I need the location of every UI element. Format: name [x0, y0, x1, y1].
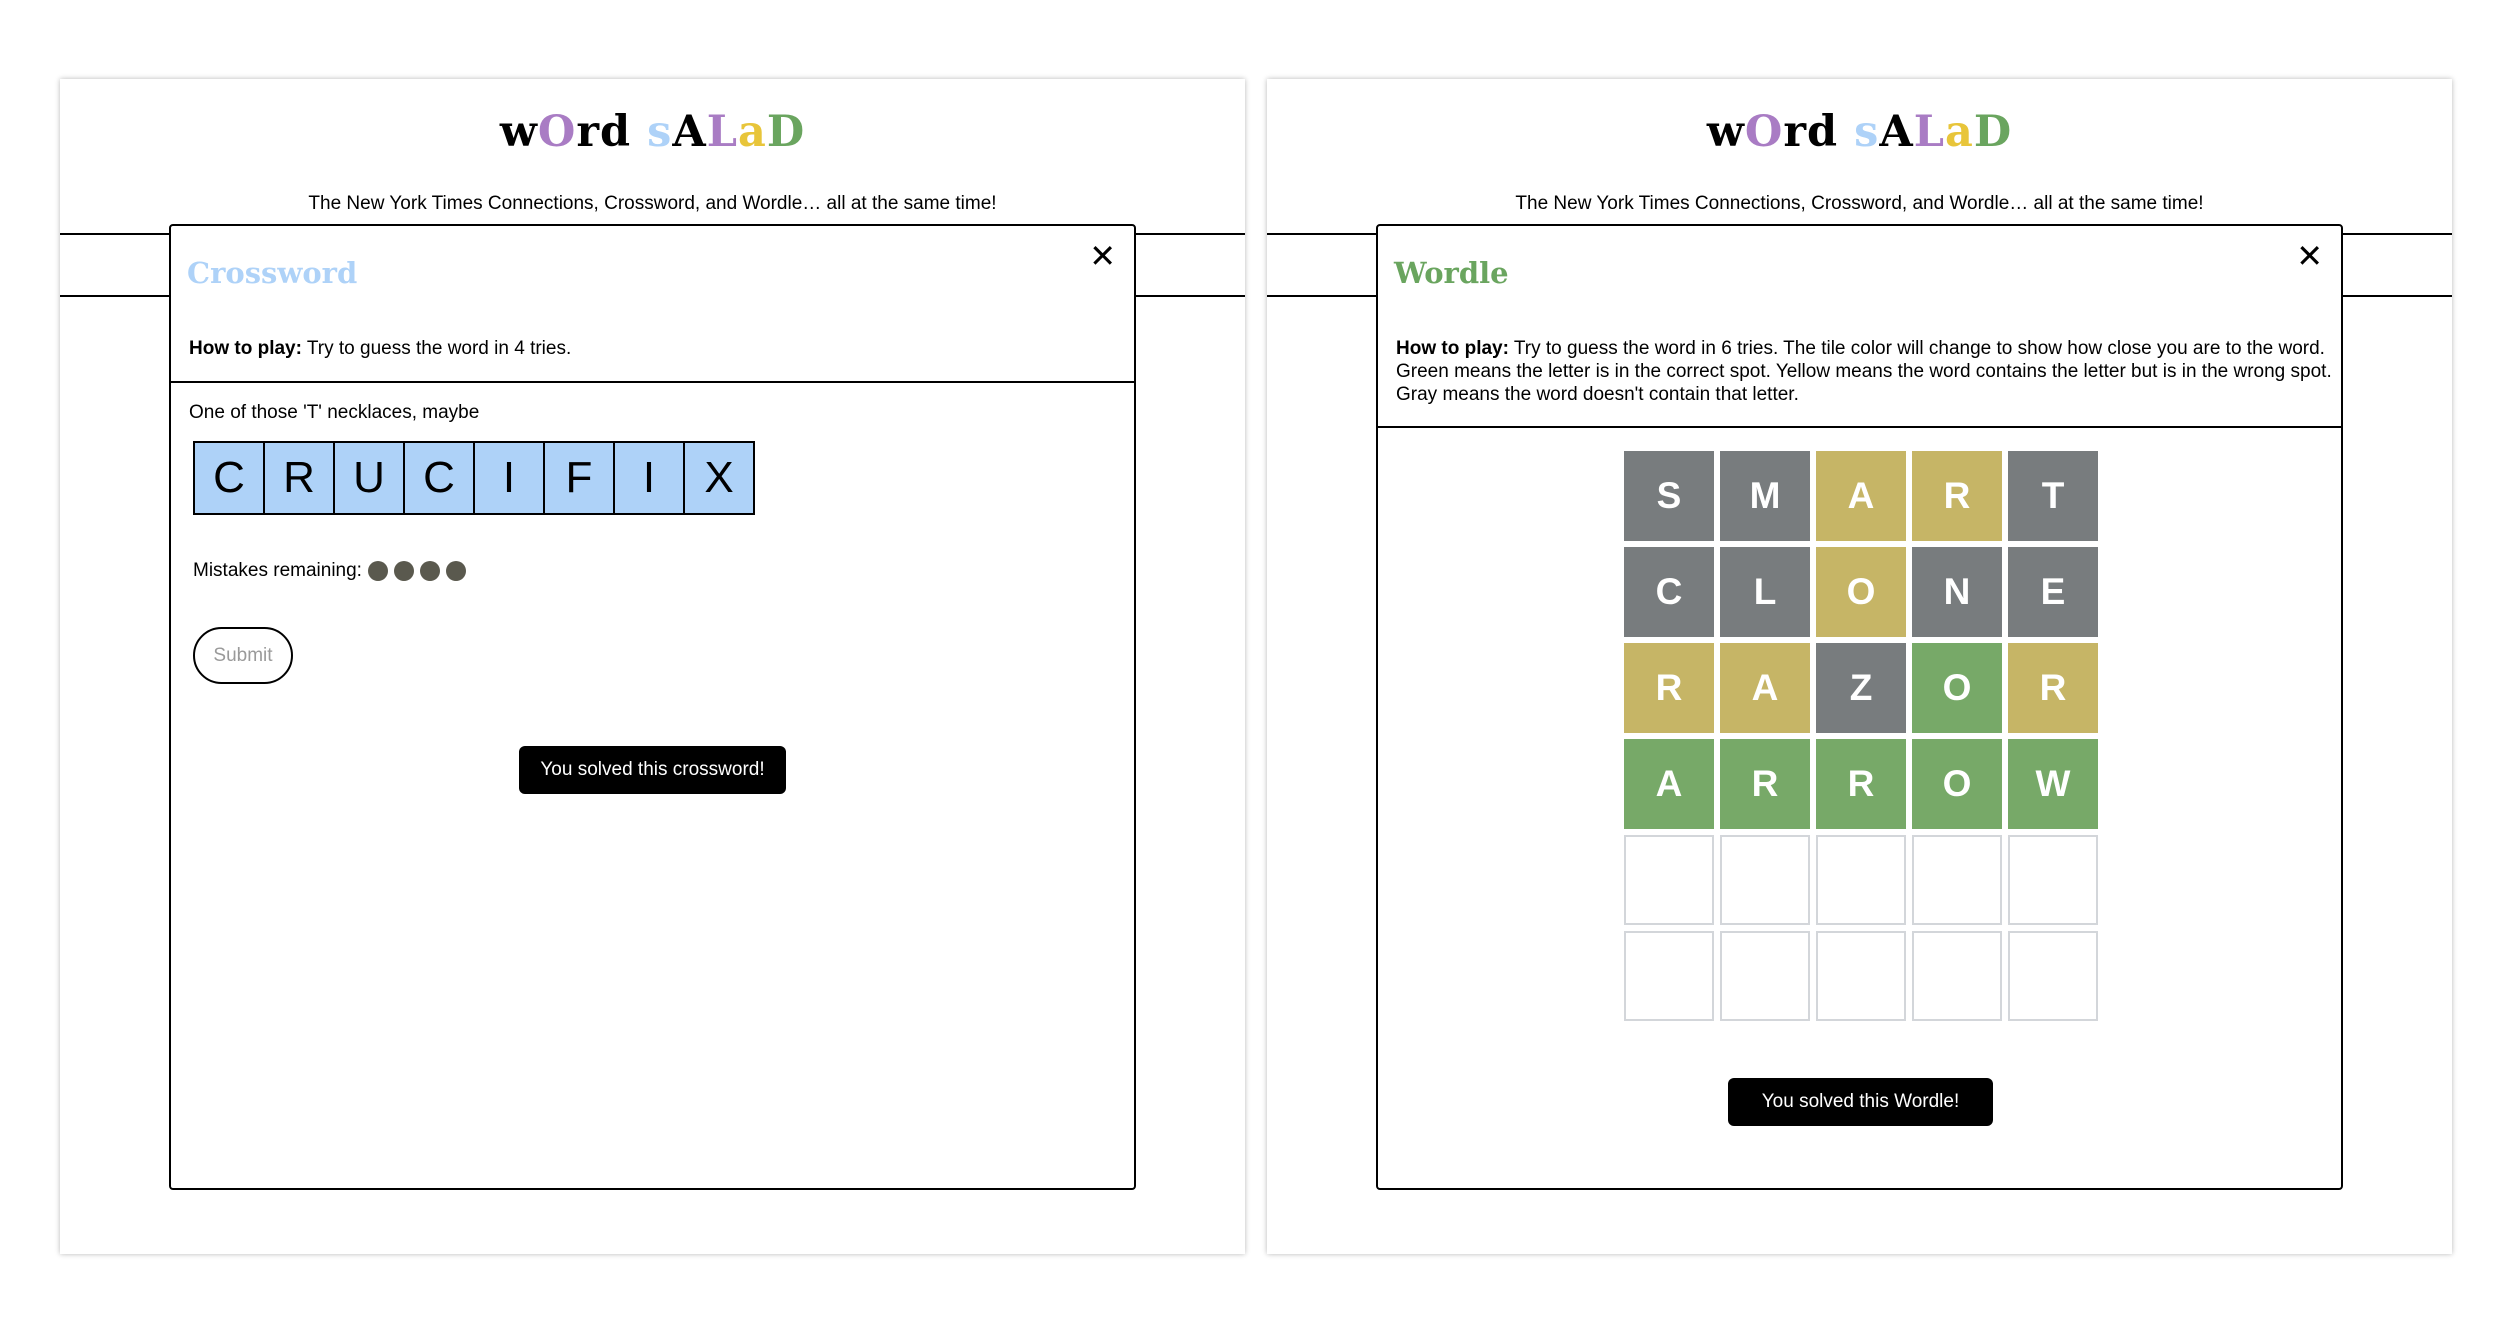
crossword-cell[interactable]: F [543, 441, 615, 515]
logo-letter: L [706, 107, 738, 157]
wordle-tile [1720, 835, 1810, 925]
mistake-dots [362, 561, 466, 581]
wordle-tile: O [1912, 739, 2002, 829]
logo-letter: A [672, 107, 707, 157]
logo-letter: A [1879, 107, 1914, 157]
modal-divider [1378, 426, 2341, 428]
logo-letter: r [576, 107, 601, 157]
crossword-cell[interactable]: I [473, 441, 545, 515]
how-to-play-text: Try to guess the word in 6 tries. The ti… [1396, 338, 2332, 405]
mistake-dot [393, 561, 414, 581]
wordle-tile: R [1624, 643, 1714, 733]
wordle-tile: Z [1816, 643, 1906, 733]
logo-letter: w [499, 107, 538, 157]
logo-letter: D [766, 107, 806, 157]
crossword-cell[interactable]: X [683, 441, 755, 515]
wordle-tile [2008, 931, 2098, 1021]
wordle-tile [1624, 931, 1714, 1021]
crossword-solved-message: You solved this crossword! [519, 746, 786, 794]
crossword-clue: One of those 'T' necklaces, maybe [189, 402, 480, 423]
wordle-tile [1624, 835, 1714, 925]
logo-letter: O [537, 107, 577, 157]
logo-letter: O [1744, 107, 1784, 157]
submit-button[interactable]: Submit [193, 627, 293, 684]
crossword-cell[interactable]: I [613, 441, 685, 515]
wordle-tile: O [1912, 643, 2002, 733]
site-logo: wOrd sALaD [1267, 111, 2452, 154]
how-to-play-label: How to play: [1396, 338, 1509, 359]
crossword-cell[interactable]: U [333, 441, 405, 515]
wordle-solved-message: You solved this Wordle! [1728, 1078, 1993, 1126]
how-to-play-label: How to play: [189, 338, 302, 359]
wordle-window: wOrd sALaD The New York Times Connection… [1267, 79, 2452, 1254]
crossword-window: wOrd sALaD The New York Times Connection… [60, 79, 1245, 1254]
crossword-cell[interactable]: C [403, 441, 475, 515]
site-logo: wOrd sALaD [60, 111, 1245, 154]
wordle-tile: A [1624, 739, 1714, 829]
mistake-dot [419, 561, 440, 581]
logo-letter: d [1807, 107, 1839, 157]
wordle-tile: R [1816, 739, 1906, 829]
wordle-tile: A [1816, 451, 1906, 541]
crossword-cell[interactable]: C [193, 441, 265, 515]
logo-letter: a [737, 107, 767, 157]
crossword-modal: Crossword ✕ How to play: Try to guess th… [169, 224, 1136, 1190]
logo-letter: D [1973, 107, 2013, 157]
modal-title: Wordle [1394, 256, 1509, 290]
mistake-dot [367, 561, 388, 581]
logo-letter: w [1706, 107, 1745, 157]
logo-letter: d [600, 107, 632, 157]
wordle-grid: SMARTCLONERAZORARROW [1624, 451, 2098, 1021]
wordle-tile: M [1720, 451, 1810, 541]
close-icon[interactable]: ✕ [1089, 240, 1116, 272]
wordle-tile: T [2008, 451, 2098, 541]
wordle-modal: Wordle ✕ How to play: Try to guess the w… [1376, 224, 2343, 1190]
mistakes-label: Mistakes remaining: [193, 560, 362, 581]
tagline: The New York Times Connections, Crosswor… [1515, 193, 2204, 214]
wordle-tile: E [2008, 547, 2098, 637]
how-to-play: How to play: Try to guess the word in 4 … [189, 337, 1134, 360]
crossword-cell[interactable]: R [263, 441, 335, 515]
wordle-tile: L [1720, 547, 1810, 637]
logo-letter: a [1944, 107, 1974, 157]
wordle-tile: C [1624, 547, 1714, 637]
wordle-tile [1816, 931, 1906, 1021]
mistake-dot [445, 561, 466, 581]
modal-title: Crossword [187, 256, 358, 290]
wordle-tile: R [2008, 643, 2098, 733]
logo-letter: s [647, 107, 673, 157]
wordle-tile: W [2008, 739, 2098, 829]
tagline: The New York Times Connections, Crosswor… [308, 193, 997, 214]
how-to-play-text: Try to guess the word in 4 tries. [301, 338, 572, 359]
logo-letter [631, 111, 647, 154]
logo-letter: s [1854, 107, 1880, 157]
modal-divider [171, 381, 1134, 383]
logo-letter: r [1783, 107, 1808, 157]
wordle-tile: R [1720, 739, 1810, 829]
crossword-answer-row: CRUCIFIX [193, 441, 755, 515]
mistakes-remaining: Mistakes remaining: [193, 560, 466, 582]
wordle-tile [1816, 835, 1906, 925]
wordle-tile [1720, 931, 1810, 1021]
wordle-tile: O [1816, 547, 1906, 637]
how-to-play: How to play: Try to guess the word in 6 … [1396, 337, 2341, 406]
wordle-tile [1912, 835, 2002, 925]
wordle-tile [2008, 835, 2098, 925]
wordle-tile: R [1912, 451, 2002, 541]
logo-letter [1838, 111, 1854, 154]
wordle-tile: S [1624, 451, 1714, 541]
logo-letter: L [1913, 107, 1945, 157]
wordle-tile: N [1912, 547, 2002, 637]
wordle-tile [1912, 931, 2002, 1021]
wordle-tile: A [1720, 643, 1810, 733]
close-icon[interactable]: ✕ [2296, 240, 2323, 272]
